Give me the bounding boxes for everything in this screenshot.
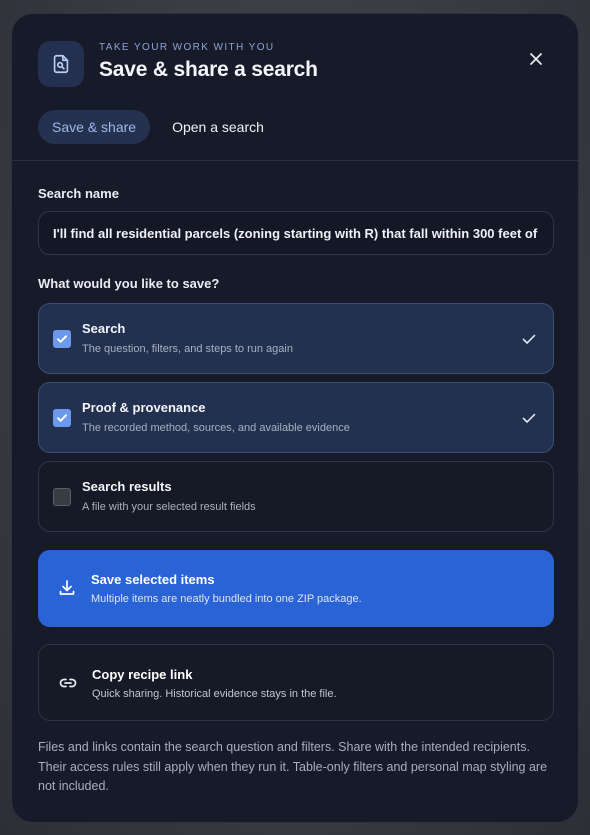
save-options-label: What would you like to save? [38,276,220,291]
checkmark-icon [57,335,67,343]
copy-recipe-link-button[interactable]: Copy recipe link Quick sharing. Historic… [38,644,554,721]
save-share-dialog: TAKE YOUR WORK WITH YOU Save & share a s… [11,13,579,823]
download-icon [59,580,75,595]
checkmark-icon [57,414,67,422]
copy-button-description: Quick sharing. Historical evidence stays… [92,688,337,700]
search-checkbox[interactable] [53,330,71,348]
option-description: The question, filters, and steps to run … [82,343,293,355]
results-checkbox[interactable] [53,488,71,506]
option-description: A file with your selected result fields [82,501,256,513]
check-icon [522,413,536,423]
option-description: The recorded method, sources, and availa… [82,422,350,434]
document-search-icon [38,41,84,87]
option-title: Search [82,321,126,336]
save-button-title: Save selected items [91,572,215,587]
option-title: Search results [82,479,172,494]
dialog-header: TAKE YOUR WORK WITH YOU Save & share a s… [12,14,578,87]
header-divider [12,160,578,161]
option-search[interactable]: Search The question, filters, and steps … [38,303,554,374]
footer-note: Files and links contain the search quest… [38,740,548,793]
option-proof-provenance[interactable]: Proof & provenance The recorded method, … [38,382,554,453]
check-icon [522,334,536,344]
copy-button-title: Copy recipe link [92,667,193,682]
tab-open-search[interactable]: Open a search [158,110,278,144]
save-button-description: Multiple items are neatly bundled into o… [91,593,362,605]
close-button[interactable] [523,46,549,72]
save-selected-button[interactable]: Save selected items Multiple items are n… [38,550,554,627]
close-icon [530,53,542,65]
dialog-eyebrow: TAKE YOUR WORK WITH YOU [99,42,275,53]
search-name-input[interactable] [38,211,554,255]
option-title: Proof & provenance [82,400,206,415]
dialog-title: Save & share a search [99,58,318,81]
link-icon [59,678,77,688]
tab-save-share[interactable]: Save & share [38,110,151,144]
tab-bar: Save & share Open a search [38,110,278,144]
proof-checkbox[interactable] [53,409,71,427]
option-search-results[interactable]: Search results A file with your selected… [38,461,554,532]
search-name-label: Search name [38,186,119,201]
